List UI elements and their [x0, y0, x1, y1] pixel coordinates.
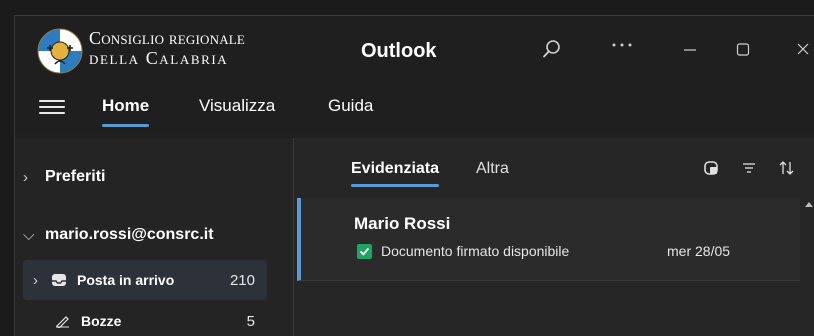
organization-name: Consiglio regionale della Calabria [89, 28, 245, 68]
tab-home[interactable]: Home [102, 96, 150, 127]
chevron-right-icon[interactable]: › [33, 272, 51, 289]
message-subject: Documento firmato disponibile [381, 243, 570, 259]
message-date: mer 28/05 [667, 243, 731, 259]
chevron-right-icon[interactable]: › [23, 169, 45, 186]
more-options-icon[interactable] [607, 32, 637, 58]
tab-other[interactable]: Altra [476, 160, 509, 178]
message-item[interactable]: Mario Rossi Documento firmato disponibil… [297, 198, 800, 281]
region-logo [37, 28, 83, 74]
draft-count: 5 [246, 312, 255, 330]
account-group[interactable]: ⌵ mario.rossi@consrc.it [23, 223, 285, 247]
outlook-window: Consiglio regionale della Calabria Outlo… [14, 15, 814, 336]
folder-item-label: Bozze [81, 313, 122, 329]
message-sender: Mario Rossi [354, 214, 451, 233]
tab-help[interactable]: Guida [328, 96, 373, 116]
tab-focused[interactable]: Evidenziata [351, 160, 440, 187]
inbox-icon [52, 274, 66, 286]
maximize-icon[interactable] [728, 36, 758, 62]
drafts-icon [56, 316, 69, 328]
hamburger-menu-icon[interactable] [39, 96, 65, 118]
filter-icon[interactable] [741, 160, 757, 181]
favorites-group[interactable]: › Preferiti [23, 165, 285, 189]
search-icon[interactable] [537, 36, 567, 62]
message-list-pane: Evidenziata Altra Mario Rossi Documento … [293, 138, 814, 336]
close-icon[interactable] [791, 36, 814, 62]
app-title: Outlook [361, 40, 437, 62]
favorites-label: Preferiti [45, 168, 106, 185]
checkmark-icon [357, 244, 372, 259]
org-line-1: Consiglio regionale [89, 28, 246, 48]
folder-item-drafts[interactable]: Bozze 5 [23, 306, 267, 336]
message-list-scrollbar[interactable] [800, 198, 814, 336]
chevron-down-icon[interactable]: ⌵ [23, 227, 45, 244]
scroll-up-arrow-icon[interactable] [805, 202, 813, 207]
ribbon: Home Visualizza Guida [15, 82, 814, 134]
select-icon[interactable] [703, 160, 719, 181]
inbox-pivot: Evidenziata Altra [294, 138, 814, 196]
unread-count: 210 [229, 271, 255, 289]
minimize-icon[interactable] [675, 36, 705, 62]
account-label: mario.rossi@consrc.it [45, 226, 214, 243]
org-line-2: della Calabria [89, 48, 229, 68]
folder-item-inbox[interactable]: › Posta in arrivo 210 [23, 260, 267, 300]
sort-icon[interactable] [778, 160, 796, 181]
tab-view[interactable]: Visualizza [199, 96, 275, 116]
folder-item-label: Posta in arrivo [77, 272, 175, 288]
title-bar: Consiglio regionale della Calabria Outlo… [15, 16, 814, 82]
folder-pane: › Preferiti ⌵ mario.rossi@consrc.it › Po… [15, 138, 293, 336]
